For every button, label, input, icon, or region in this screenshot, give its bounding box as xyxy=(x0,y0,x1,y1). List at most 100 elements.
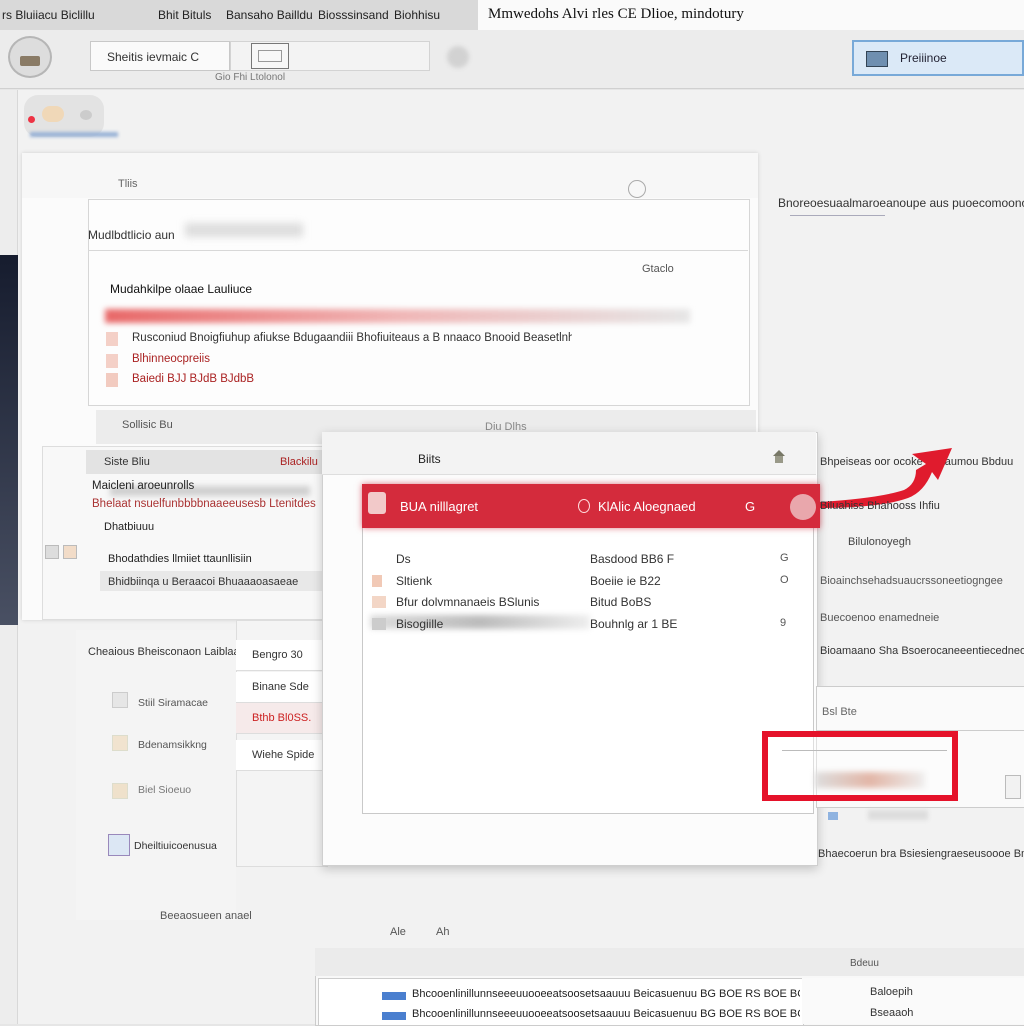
menu-item-1[interactable]: rs Bluiiacu Biclillu xyxy=(2,8,95,22)
list-item[interactable]: Dhatbiuuu xyxy=(104,521,154,533)
row-action-icon[interactable] xyxy=(790,494,816,520)
list-item-label: Bthb Bl0SS. xyxy=(252,712,312,724)
side-item[interactable]: Bseaaoh xyxy=(870,1007,913,1019)
folder-icon xyxy=(112,735,128,751)
forward-button[interactable]: Ah xyxy=(436,926,449,938)
document-icon[interactable] xyxy=(1005,775,1021,799)
right-text: Buecoenoo enamedneie xyxy=(820,612,940,624)
list-item-label: Bengro 30 xyxy=(252,649,303,661)
file-icon xyxy=(382,992,406,1000)
list-item[interactable]: Bthb Bl0SS. xyxy=(236,703,326,734)
status-icon xyxy=(578,499,590,513)
window-link xyxy=(30,132,118,137)
card-title: Mudahkilpe olaae Lauliuce xyxy=(110,282,253,296)
folder-icon xyxy=(112,783,128,799)
menu-item-4[interactable]: Biosssinsand xyxy=(318,8,389,22)
card-row: Blhinneocpreiis xyxy=(132,353,210,365)
search-input-text: Sheitis ievmaic C xyxy=(107,50,200,64)
folder-icon xyxy=(108,834,130,856)
card-heading-fade xyxy=(185,223,303,237)
divider xyxy=(782,750,947,751)
file-dialog-header xyxy=(322,432,816,475)
sidebar-item[interactable]: Bdenamsikkng xyxy=(138,739,207,751)
window-title: Mmwedohs Alvi rles CE Dlioe, mindotury xyxy=(488,6,744,22)
file-row[interactable]: Sltienk Boeiie ie B22 O xyxy=(370,572,800,592)
side-item[interactable]: Baloepih xyxy=(870,986,913,998)
sidebar-header: Cheaious Bheisconaon Laiblaa xyxy=(88,646,240,658)
file-icon xyxy=(372,618,386,630)
bullet-icon xyxy=(106,332,118,346)
sub-dialog-title: Siste Bliu xyxy=(104,456,150,468)
list-item[interactable]: Maicleni aroeunrolls xyxy=(92,480,317,492)
close-icon[interactable] xyxy=(28,116,35,123)
list-item-label: Wiehe Spide xyxy=(252,749,315,761)
file-kind: Bitud BoBS xyxy=(590,595,652,609)
right-text: Bhaecoerun bra Bsiesiengraeseusoooe Bmee… xyxy=(818,848,1024,860)
card-row: Rusconiud Bnoigfiuhup afiukse Bdugaandii… xyxy=(132,332,572,344)
background-dialog-title: Tliis xyxy=(118,178,138,190)
selected-file-mark: G xyxy=(745,499,756,514)
bullet-icon xyxy=(106,354,118,368)
menu-item-3[interactable]: Bansaho Bailldu xyxy=(226,8,313,22)
list-item[interactable]: Wiehe Spide xyxy=(236,740,326,771)
right-text: Bioainchsehadsuaucrssoneetiogngee xyxy=(820,575,1003,587)
highlight-box xyxy=(762,731,958,801)
list-item[interactable]: Bengro 30 xyxy=(236,640,326,671)
search-input[interactable]: Sheitis ievmaic C xyxy=(90,41,230,71)
table-row[interactable]: Bhcooenlinillunnseeeuuooeeatsoosetsaauuu… xyxy=(412,1008,800,1020)
file-row[interactable]: Bfur dolvmnanaeis BSlunis Bitud BoBS xyxy=(370,593,800,613)
bottom-subbar xyxy=(315,948,1024,976)
minimize-icon[interactable] xyxy=(42,106,64,122)
sidebar-item[interactable]: Stiil Siramacae xyxy=(138,697,208,709)
file-row[interactable]: Ds Basdood BB6 F G xyxy=(370,550,800,570)
right-text: Bioamaano Sha Bsoerocaneeentiecedneoe xyxy=(820,645,1024,657)
list-item[interactable]: Bhidbiinqa u Beraacoi Bhuaaaoasaeae xyxy=(108,576,323,588)
zoom-icon[interactable] xyxy=(80,110,92,120)
file-icon xyxy=(382,1012,406,1020)
sub-dialog-badge: Blackilu xyxy=(280,456,318,468)
menu-bar: rs Bluiiacu Biclillu Bhit Bituls Bansaho… xyxy=(0,0,1024,30)
grid-icon[interactable] xyxy=(251,43,289,69)
window-controls xyxy=(24,95,104,137)
checkbox-icon[interactable] xyxy=(63,545,77,559)
preview-icon xyxy=(866,51,888,67)
right-text: Bilulonoyegh xyxy=(848,536,911,548)
preview-button-label: Preiiinoe xyxy=(900,51,947,65)
table-row[interactable]: Bhcooenlinillunnseeeuuooeeatsoosetsaauuu… xyxy=(412,988,800,1000)
file-name: Bisogiille xyxy=(396,617,444,631)
background-dialog-close-icon[interactable] xyxy=(628,180,646,198)
bullet-icon xyxy=(106,373,118,387)
menu-item-5[interactable]: Biohhisu xyxy=(394,8,440,22)
file-dialog-title: Biits xyxy=(418,452,441,466)
file-name: Sltienk xyxy=(396,574,433,588)
home-icon[interactable] xyxy=(772,450,786,464)
file-name: Ds xyxy=(396,552,411,566)
toolbar-sub-label: Gio Fhi Ltolonol xyxy=(215,72,286,83)
bottom-toolbar xyxy=(315,910,1024,949)
highlighted-field[interactable] xyxy=(815,772,925,788)
menu-item-2[interactable]: Bhit Bituls xyxy=(158,8,211,22)
card-badge: Gtaclo xyxy=(642,263,674,275)
card-row: Baiedi BJJ BJdB BJdbB xyxy=(132,373,255,385)
list-item[interactable]: Binane Sde xyxy=(236,672,326,703)
bottom-subbar-label: Bdeuu xyxy=(850,958,879,969)
toolbar-circle-icon[interactable] xyxy=(447,46,469,68)
window-title-bar: Mmwedohs Alvi rles CE Dlioe, mindotury xyxy=(478,0,1024,30)
list-item-label: Binane Sde xyxy=(252,681,309,693)
preview-button[interactable]: Preiiinoe xyxy=(852,40,1024,76)
desktop-edge xyxy=(0,255,20,625)
sidebar-item[interactable]: Dheiltiuicoenusua xyxy=(134,840,217,852)
file-mark: O xyxy=(780,574,789,586)
folder-icon xyxy=(112,692,128,708)
list-item[interactable]: Bhelaat nsuelfunbbbbnaaeeusesb Ltenitdes xyxy=(92,498,317,510)
card-heading: Mudlbdtlicio aun xyxy=(88,228,175,242)
list-item[interactable]: Bhodathdies llmiiet ttaunllisiin xyxy=(108,553,323,565)
checkbox-icon[interactable] xyxy=(45,545,59,559)
sidebar-item[interactable]: Biel Sioeuo xyxy=(138,784,191,796)
selected-file-name: BUA nilllagret xyxy=(400,499,479,514)
file-kind: Basdood BB6 F xyxy=(590,552,675,566)
back-button[interactable]: Ale xyxy=(390,926,406,938)
file-row[interactable]: Bisogiille Bouhnlg ar 1 BE 9 xyxy=(370,615,800,635)
sub-dialog-icons xyxy=(45,545,77,563)
disk-icon[interactable] xyxy=(8,36,52,78)
